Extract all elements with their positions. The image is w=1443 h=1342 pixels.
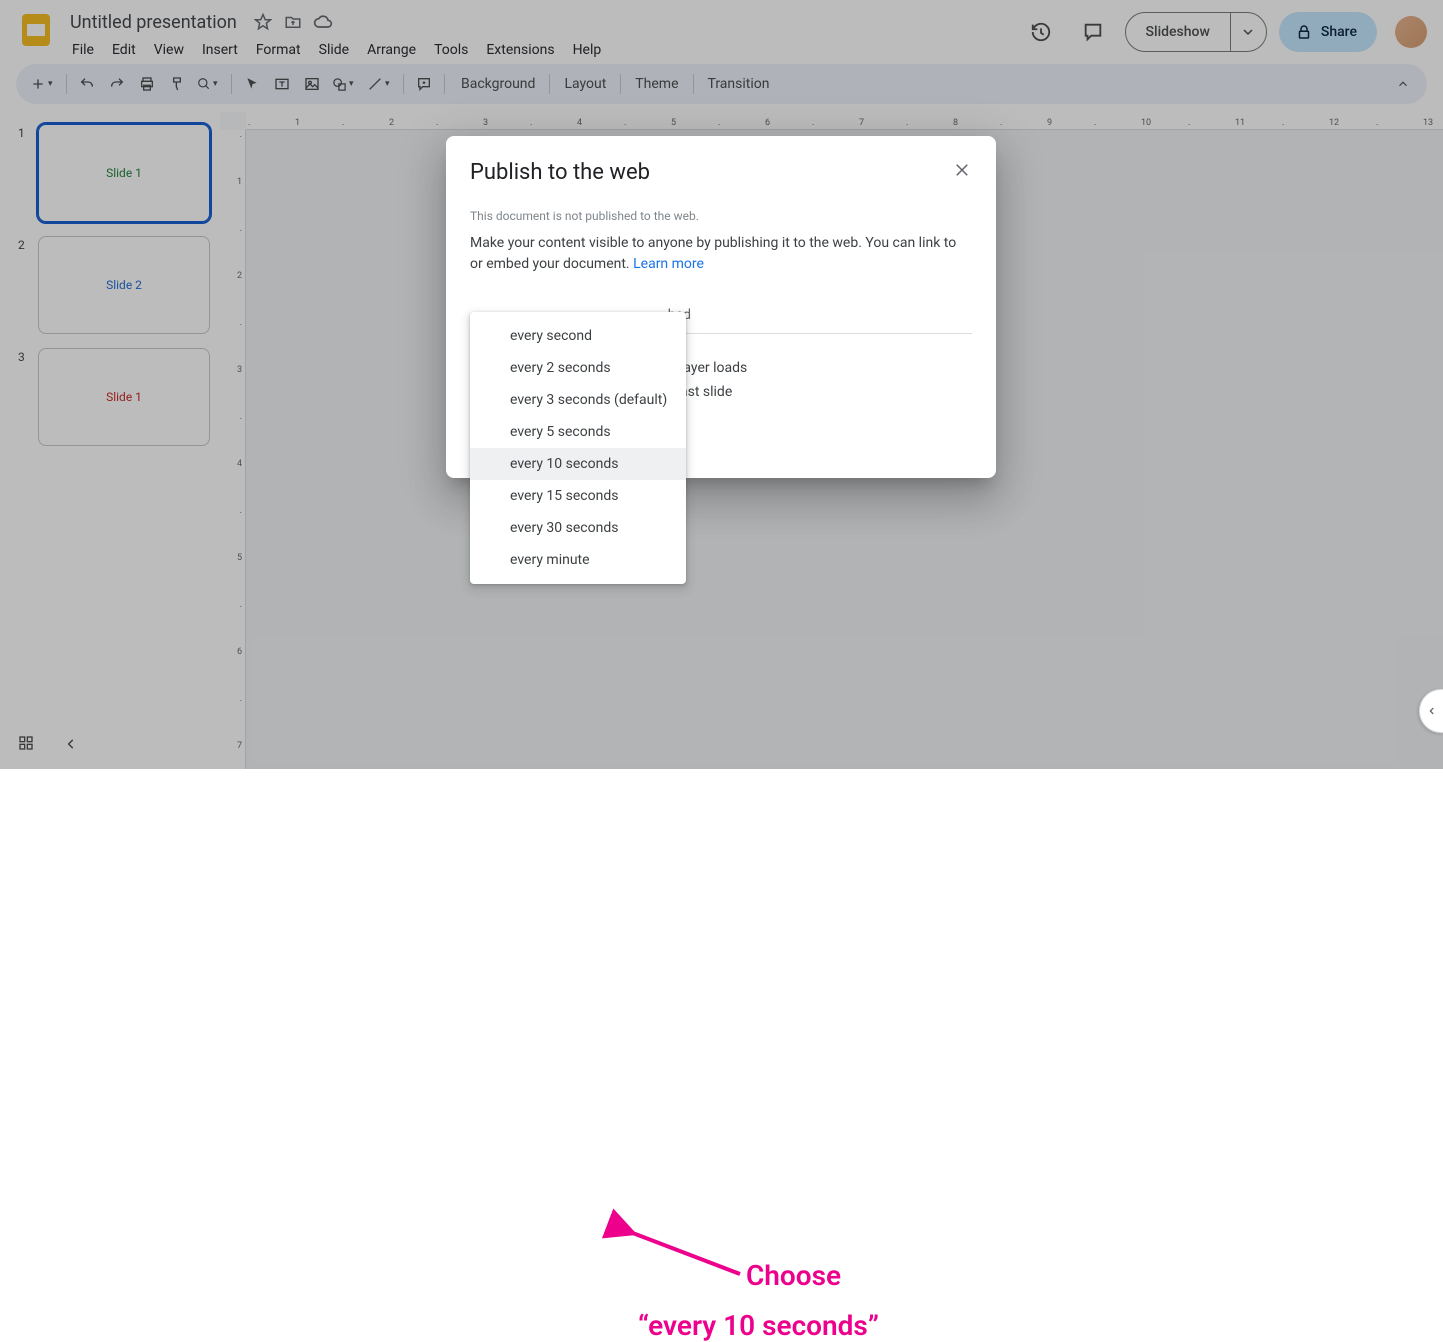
close-icon[interactable] — [950, 158, 974, 182]
dropdown-item[interactable]: every 2 seconds — [470, 352, 686, 384]
dropdown-item[interactable]: every second — [470, 320, 686, 352]
dropdown-item[interactable]: every 15 seconds — [470, 480, 686, 512]
dropdown-item[interactable]: every 5 seconds — [470, 416, 686, 448]
auto-advance-dropdown: every secondevery 2 secondsevery 3 secon… — [470, 312, 686, 584]
dialog-description: Make your content visible to anyone by p… — [470, 233, 972, 275]
dialog-subtitle: This document is not published to the we… — [470, 209, 972, 223]
dialog-title: Publish to the web — [470, 160, 972, 185]
dropdown-item[interactable]: every 30 seconds — [470, 512, 686, 544]
learn-more-link[interactable]: Learn more — [633, 256, 704, 272]
dropdown-item[interactable]: every minute — [470, 544, 686, 576]
option-text-partial-2: ast slide — [680, 384, 972, 400]
dropdown-item[interactable]: every 3 seconds (default) — [470, 384, 686, 416]
dropdown-item[interactable]: every 10 seconds — [470, 448, 686, 480]
option-text-partial-1: layer loads — [680, 360, 972, 376]
